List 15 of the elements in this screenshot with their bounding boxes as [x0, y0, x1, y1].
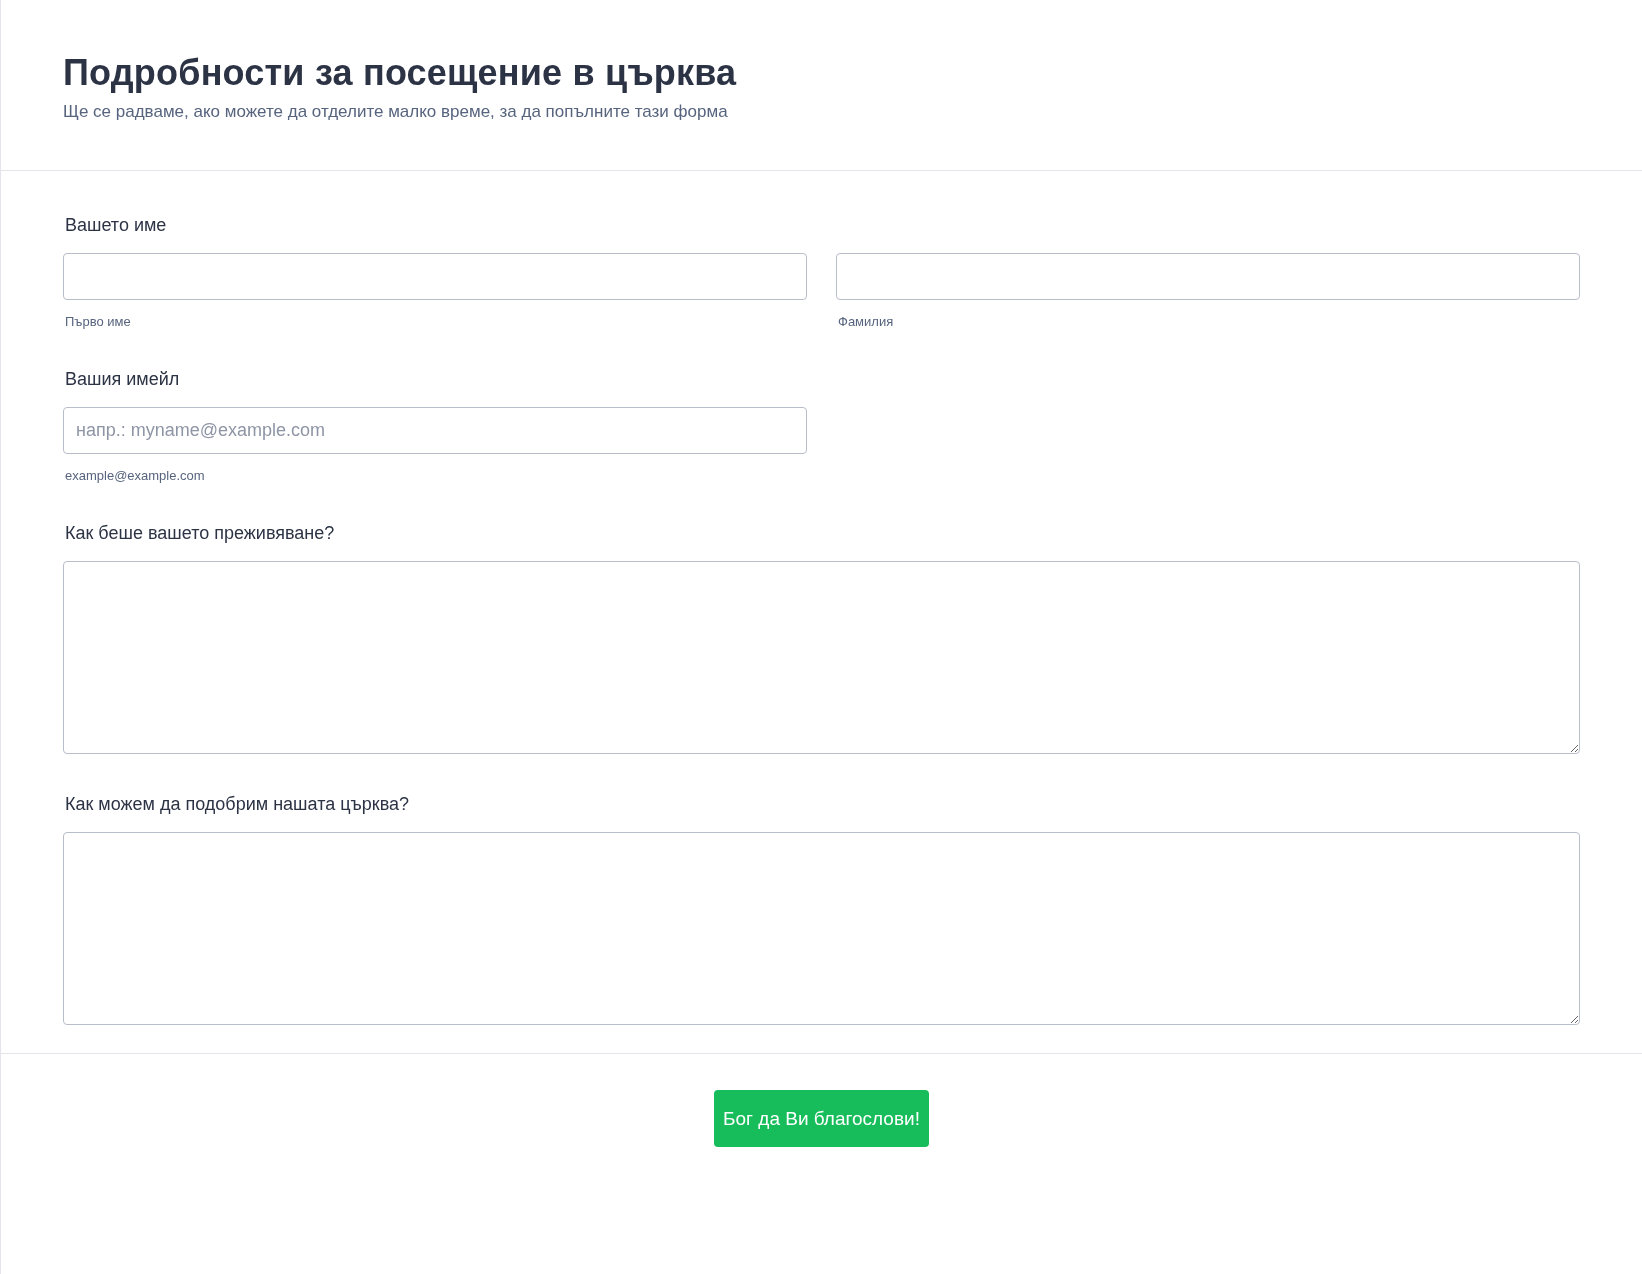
- submit-button[interactable]: Бог да Ви благослови!: [714, 1090, 929, 1147]
- field-label: Как беше вашето преживяване?: [65, 523, 336, 544]
- field-label: Вашето име: [65, 215, 168, 236]
- input-field[interactable]: [63, 253, 807, 300]
- form-title: Подробности за посещение в църква: [63, 52, 738, 94]
- input-field[interactable]: [836, 253, 1580, 300]
- text-area[interactable]: [63, 832, 1580, 1025]
- field-sublabel: Фамилия: [838, 314, 895, 329]
- field-label: Вашия имейл: [65, 369, 181, 390]
- field-sublabel: Първо име: [65, 314, 132, 329]
- form-subtitle: Ще се радваме, ако можете да отделите малко време, за да попълните тази форма: [63, 102, 729, 122]
- field-label: Как можем да подобрим нашата църква?: [65, 794, 410, 815]
- email-field[interactable]: напр.: myname@example.com: [63, 407, 807, 454]
- text-area[interactable]: [63, 561, 1580, 754]
- field-sublabel: example@example.com: [65, 468, 206, 483]
